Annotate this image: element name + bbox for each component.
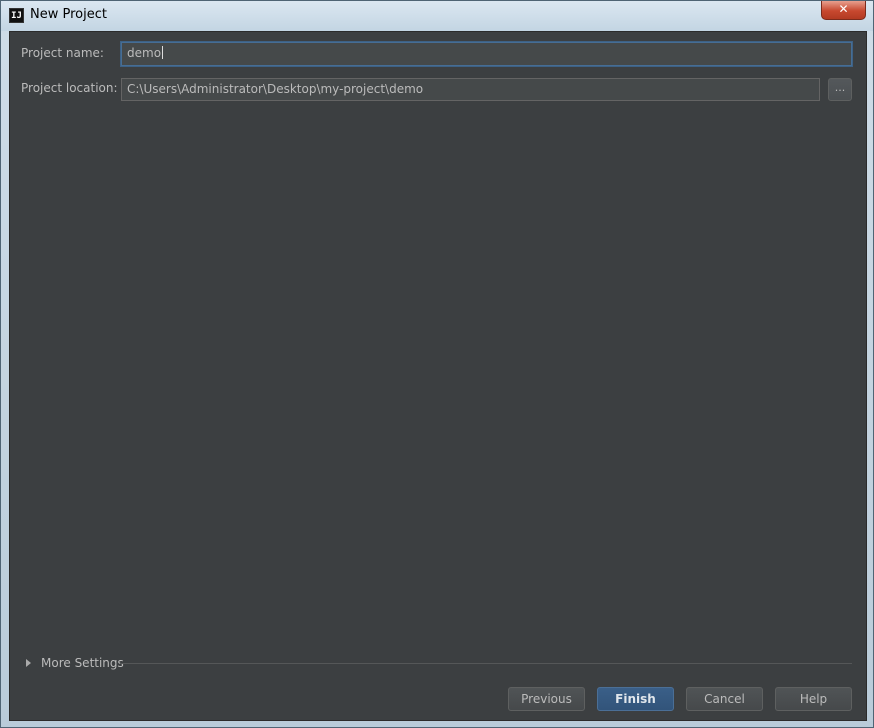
new-project-window: IJ New Project ✕ Project name: demo Proj… <box>0 0 874 728</box>
close-button[interactable]: ✕ <box>821 1 866 20</box>
text-caret <box>162 46 164 59</box>
cancel-button[interactable]: Cancel <box>686 687 763 711</box>
previous-button[interactable]: Previous <box>508 687 585 711</box>
expand-triangle-icon <box>26 659 31 667</box>
project-name-input[interactable]: demo <box>121 42 852 66</box>
project-name-label: Project name: <box>21 46 104 60</box>
intellij-app-icon: IJ <box>9 8 24 23</box>
project-name-value: demo <box>127 46 162 60</box>
title-bar[interactable]: IJ New Project ✕ <box>1 1 873 31</box>
window-title: New Project <box>30 7 107 22</box>
help-button[interactable]: Help <box>775 687 852 711</box>
dialog-content: Project name: demo Project location: C:\… <box>9 31 867 721</box>
more-settings-divider <box>120 663 852 664</box>
close-icon: ✕ <box>838 2 849 16</box>
project-location-label: Project location: <box>21 81 118 95</box>
project-location-value: C:\Users\Administrator\Desktop\my-projec… <box>127 82 424 96</box>
more-settings-label: More Settings <box>41 656 124 670</box>
project-location-input[interactable]: C:\Users\Administrator\Desktop\my-projec… <box>121 78 820 101</box>
finish-button[interactable]: Finish <box>597 687 674 711</box>
browse-button[interactable]: ... <box>828 78 852 101</box>
